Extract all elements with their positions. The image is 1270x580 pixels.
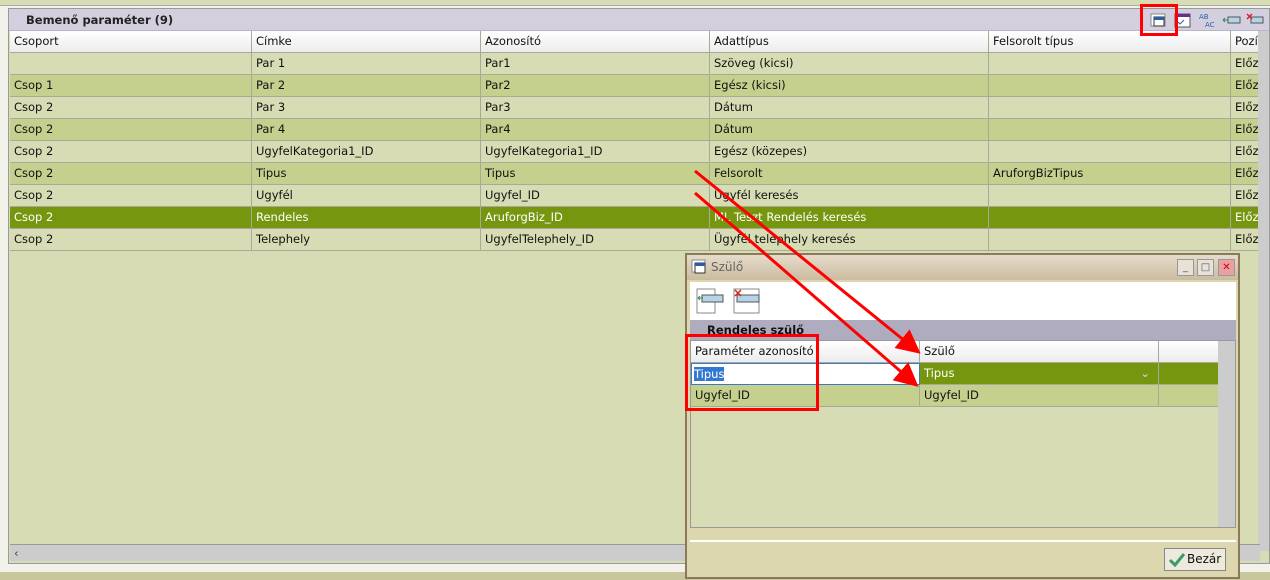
table-row[interactable]: Csop 2 Ugyfél Ugyfel_ID Ugyfél keresés Előző	[10, 185, 1266, 207]
column-header[interactable]: Címke	[252, 31, 481, 53]
grid-cell[interactable]: Dátum	[710, 97, 989, 119]
table-row[interactable]: Csop 2 Par 3 Par3 Dátum Előző	[10, 97, 1266, 119]
grid-cell[interactable]	[989, 75, 1231, 97]
grid-cell[interactable]: Par 2	[252, 75, 481, 97]
insert-row-icon[interactable]	[1221, 11, 1241, 29]
grid-cell[interactable]: Ugyfel_ID	[481, 185, 710, 207]
grid-cell[interactable]: Felsorolt	[710, 163, 989, 185]
grid-cell[interactable]: Csop 2	[10, 229, 252, 251]
panel-title: Bemenő paraméter (9)	[26, 13, 174, 27]
grid-cell[interactable]: Egész (közepes)	[710, 141, 989, 163]
column-header[interactable]: Azonosító	[481, 31, 710, 53]
grid-cell[interactable]: AruforgBizTipus	[989, 163, 1231, 185]
grid-cell[interactable]: Par3	[481, 97, 710, 119]
grid-cell[interactable]: Csop 2	[10, 119, 252, 141]
grid-cell[interactable]: Csop 1	[10, 75, 252, 97]
grid-cell[interactable]: UgyfelTelephely_ID	[481, 229, 710, 251]
grid-cell[interactable]: Dátum	[710, 119, 989, 141]
grid-cell[interactable]: AruforgBiz_ID	[481, 207, 710, 229]
grid-cell[interactable]: Par 1	[252, 53, 481, 75]
grid-cell[interactable]: Par1	[481, 53, 710, 75]
grid-cell[interactable]	[989, 119, 1231, 141]
dialog-vertical-scrollbar[interactable]	[1218, 341, 1235, 527]
grid-cell[interactable]: Ügyfél telephely keresés	[710, 229, 989, 251]
grid-cell[interactable]: Csop 2	[10, 163, 252, 185]
grid-cell[interactable]: Par2	[481, 75, 710, 97]
table-row[interactable]: Csop 2 UgyfelKategoria1_ID UgyfelKategoria…	[10, 141, 1266, 163]
column-header[interactable]: Adattípus	[710, 31, 989, 53]
checkmark-icon	[1169, 553, 1185, 567]
grid-cell[interactable]	[10, 53, 252, 75]
grid-cell[interactable]	[989, 229, 1231, 251]
table-row[interactable]: Csop 2 Tipus Tipus Felsorolt AruforgBizTipus…	[10, 163, 1266, 185]
grid-cell[interactable]	[989, 207, 1231, 229]
close-icon[interactable]: ✕	[1218, 259, 1235, 276]
grid-cell[interactable]: ML Teszt Rendelés keresés	[710, 207, 989, 229]
window-icon	[691, 259, 706, 274]
table-row[interactable]: Csop 2 Telephely UgyfelTelephely_ID Ügyfél …	[10, 229, 1266, 251]
grid-cell[interactable]: Ugyfél	[252, 185, 481, 207]
grid-cell[interactable]: Rendeles	[252, 207, 481, 229]
grid-cell[interactable]	[989, 53, 1231, 75]
dialog-footer: Bezár	[690, 540, 1236, 575]
table-row[interactable]: Csop 2 Rendeles AruforgBiz_ID ML Teszt Rend…	[10, 207, 1266, 229]
annotation-box	[1140, 4, 1178, 36]
grid-cell[interactable]	[989, 185, 1231, 207]
parent-select[interactable]: Tipus ⌄	[920, 363, 1159, 385]
top-strip	[0, 0, 1270, 6]
parent-dialog: Szülő _ □ ✕ Rendeles szülő Paraméter azo…	[685, 253, 1240, 579]
grid-cell[interactable]: Szöveg (kicsi)	[710, 53, 989, 75]
close-button[interactable]: Bezár	[1164, 548, 1226, 571]
column-header-parent[interactable]: Szülő	[920, 341, 1159, 363]
minimize-button[interactable]: _	[1177, 259, 1194, 276]
table-row[interactable]: Csop 1 Par 2 Par2 Egész (kicsi) Előző	[10, 75, 1266, 97]
grid-cell[interactable]: Csop 2	[10, 207, 252, 229]
dialog-toolbar	[690, 282, 1236, 320]
delete-row-icon[interactable]	[733, 288, 761, 314]
panel-header: Bemenő paraméter (9) AB AC	[9, 9, 1269, 31]
annotation-box	[685, 334, 819, 411]
table-row[interactable]: Csop 2 Par 4 Par4 Dátum Előző	[10, 119, 1266, 141]
grid-cell[interactable]	[989, 141, 1231, 163]
column-header[interactable]: Felsorolt típus	[989, 31, 1231, 53]
parent-value: Tipus	[924, 366, 955, 380]
table-row[interactable]: Par 1 Par1 Szöveg (kicsi) Előző	[10, 53, 1266, 75]
vertical-scrollbar[interactable]	[1258, 31, 1269, 551]
grid-cell[interactable]: Par 4	[252, 119, 481, 141]
maximize-button[interactable]: □	[1197, 259, 1214, 276]
dialog-titlebar: Szülő _ □ ✕	[687, 255, 1238, 280]
grid-cell[interactable]: Csop 2	[10, 141, 252, 163]
svg-text:AC: AC	[1205, 21, 1215, 29]
grid-cell[interactable]: Telephely	[252, 229, 481, 251]
replace-text-icon[interactable]: ABAC	[1197, 11, 1217, 29]
parent-cell[interactable]: Ugyfel_ID	[920, 385, 1159, 407]
close-button-label: Bezár	[1187, 552, 1222, 566]
chevron-down-icon[interactable]: ⌄	[1140, 363, 1150, 384]
grid-cell[interactable]: Tipus	[252, 163, 481, 185]
grid-cell[interactable]: Tipus	[481, 163, 710, 185]
grid-cell[interactable]: UgyfelKategoria1_ID	[252, 141, 481, 163]
dialog-title: Szülő	[711, 260, 744, 274]
grid-cell[interactable]: Csop 2	[10, 185, 252, 207]
grid-cell[interactable]: Par 3	[252, 97, 481, 119]
delete-row-icon[interactable]	[1245, 11, 1265, 29]
insert-row-icon[interactable]	[696, 288, 724, 314]
grid-cell[interactable]	[989, 97, 1231, 119]
grid-header[interactable]: Csoport Címke Azonosító Adattípus Felsorolt …	[10, 31, 1264, 53]
grid-cell[interactable]: Par4	[481, 119, 710, 141]
column-header[interactable]: Csoport	[10, 31, 252, 53]
grid-cell[interactable]: Csop 2	[10, 97, 252, 119]
scroll-left-icon[interactable]: ‹	[14, 546, 19, 560]
grid-cell[interactable]: Ugyfél keresés	[710, 185, 989, 207]
grid-cell[interactable]: Egész (kicsi)	[710, 75, 989, 97]
svg-text:AB: AB	[1199, 13, 1209, 21]
grid-cell[interactable]: UgyfelKategoria1_ID	[481, 141, 710, 163]
